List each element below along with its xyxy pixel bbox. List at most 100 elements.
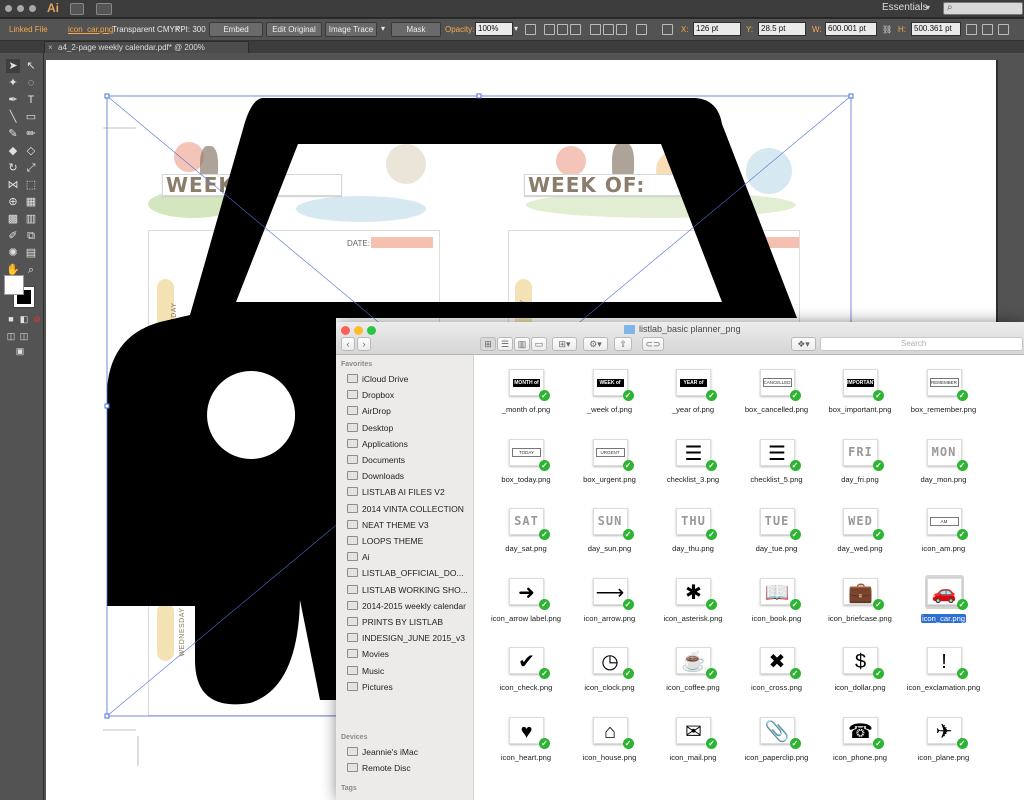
file-item[interactable]: ⟶ ✓ icon_arrow.png [569, 570, 651, 638]
workspace-switcher[interactable]: Essentials [882, 2, 928, 13]
file-item[interactable]: WED ✓ day_wed.png [819, 500, 901, 568]
sidebar-item[interactable]: iCloud Drive [336, 372, 474, 387]
sidebar-item[interactable]: Downloads [336, 469, 474, 484]
file-item[interactable]: SAT ✓ day_sat.png [485, 500, 567, 568]
align-left-icon[interactable] [544, 24, 555, 35]
color-mode-icon[interactable]: ■ [4, 312, 18, 326]
mesh-tool-icon[interactable]: ▩ [6, 212, 20, 226]
align-center-icon[interactable] [557, 24, 568, 35]
chevron-down-icon[interactable]: ▾ [514, 24, 518, 33]
scale-tool-icon[interactable]: ⤢ [24, 161, 38, 175]
recolor-icon[interactable] [525, 24, 536, 35]
chevron-down-icon[interactable]: ▾ [381, 24, 385, 33]
file-item[interactable]: ✱ ✓ icon_asterisk.png [652, 570, 734, 638]
file-item[interactable]: ☰ ✓ checklist_3.png [652, 431, 734, 499]
screen-mode-icon[interactable]: ▣ [13, 344, 27, 358]
zoom-window-button[interactable] [29, 5, 36, 12]
sidebar-item[interactable]: 2014 VINTA COLLECTION [336, 502, 474, 517]
file-item[interactable]: 🚗 ✓ icon_car.png [903, 570, 985, 638]
fill-color-swatch[interactable] [4, 275, 24, 295]
file-item[interactable]: SUN ✓ day_sun.png [569, 500, 651, 568]
file-item[interactable]: THU ✓ day_thu.png [652, 500, 734, 568]
chevron-down-icon[interactable]: ▾ [926, 3, 930, 12]
file-item[interactable]: IMPORTANT ✓ box_important.png [819, 361, 901, 429]
magic-wand-tool-icon[interactable]: ✦ [6, 76, 20, 90]
back-button[interactable]: ‹ [341, 337, 355, 351]
sidebar-item[interactable]: Dropbox [336, 388, 474, 403]
isolate-icon[interactable] [982, 24, 993, 35]
sidebar-item[interactable]: NEAT THEME V3 [336, 518, 474, 533]
file-item[interactable]: $ ✓ icon_dollar.png [819, 639, 901, 707]
paintbrush-tool-icon[interactable]: ✎ [6, 127, 20, 141]
arrange-documents-icon[interactable] [96, 3, 112, 15]
file-item[interactable]: ✈ ✓ icon_plane.png [903, 709, 985, 777]
file-item[interactable]: ☎ ✓ icon_phone.png [819, 709, 901, 777]
forward-button[interactable]: › [357, 337, 371, 351]
pencil-tool-icon[interactable]: ✏ [24, 127, 38, 141]
linked-file-name[interactable]: icon_car.png [68, 25, 113, 34]
sidebar-item[interactable]: PRINTS BY LISTLAB [336, 615, 474, 630]
file-item[interactable]: MONTH of ✓ _month of.png [485, 361, 567, 429]
sidebar-item[interactable]: 2014-2015 weekly calendar [336, 599, 474, 614]
file-item[interactable]: AM ✓ icon_am.png [903, 500, 985, 568]
file-item[interactable]: 💼 ✓ icon_briefcase.png [819, 570, 901, 638]
sidebar-item[interactable]: Desktop [336, 421, 474, 436]
finder-close-button[interactable] [341, 326, 350, 335]
distribute-icon[interactable] [636, 24, 647, 35]
align-bottom-icon[interactable] [616, 24, 627, 35]
sidebar-item[interactable]: LISTLAB_OFFICIAL_DO... [336, 566, 474, 581]
sidebar-item[interactable]: Documents [336, 453, 474, 468]
mask-button[interactable]: Mask [391, 22, 441, 37]
file-item[interactable]: ⌂ ✓ icon_house.png [569, 709, 651, 777]
draw-behind-icon[interactable]: ◫ [17, 329, 31, 343]
shape-builder-tool-icon[interactable]: ⊕ [6, 195, 20, 209]
x-position-input[interactable]: 126 pt [693, 22, 741, 36]
tags-button[interactable]: ⊂⊃ [642, 337, 664, 351]
gradient-mode-icon[interactable]: ◧ [17, 312, 31, 326]
line-tool-icon[interactable]: ╲ [6, 110, 20, 124]
share-button[interactable]: ⇧ [614, 337, 632, 351]
file-item[interactable]: ✉ ✓ icon_mail.png [652, 709, 734, 777]
action-gear-button[interactable]: ⚙▾ [583, 337, 608, 351]
sidebar-item[interactable]: Music [336, 664, 474, 679]
minimize-window-button[interactable] [17, 5, 24, 12]
opacity-input[interactable]: 100% [475, 22, 513, 36]
finder-search-input[interactable]: Search [820, 337, 1023, 351]
bridge-icon[interactable] [70, 3, 84, 15]
edit-original-button[interactable]: Edit Original [266, 22, 322, 37]
align-top-icon[interactable] [590, 24, 601, 35]
link-proportions-icon[interactable]: ⛓ [882, 25, 892, 34]
image-trace-button[interactable]: Image Trace [325, 22, 377, 37]
zoom-tool-icon[interactable]: ⌕ [24, 263, 38, 277]
help-search-input[interactable]: ⌕ [943, 2, 1023, 15]
close-window-button[interactable] [5, 5, 12, 12]
file-item[interactable]: MON ✓ day_mon.png [903, 431, 985, 499]
type-tool-icon[interactable]: T [24, 93, 38, 107]
lasso-tool-icon[interactable]: ◌ [24, 76, 38, 90]
document-tab[interactable]: × a4_2-page weekly calendar.pdf* @ 200% … [44, 41, 249, 63]
file-item[interactable]: URGENT ✓ box_urgent.png [569, 431, 651, 499]
file-item[interactable]: YEAR of ✓ _year of.png [652, 361, 734, 429]
dropbox-button[interactable]: ❖▾ [791, 337, 816, 351]
align-right-icon[interactable] [570, 24, 581, 35]
file-item[interactable]: ! ✓ icon_exclamation.png [903, 639, 985, 707]
close-icon[interactable]: × [48, 42, 53, 53]
sidebar-item[interactable]: AirDrop [336, 404, 474, 419]
file-item[interactable]: ✔ ✓ icon_check.png [485, 639, 567, 707]
file-item[interactable]: CANCELLED ✓ box_cancelled.png [736, 361, 818, 429]
sidebar-item[interactable]: INDESIGN_JUNE 2015_v3 [336, 631, 474, 646]
icon-view-button[interactable]: ⊞ [480, 337, 496, 351]
none-mode-icon[interactable]: ⊘ [30, 312, 44, 326]
finder-zoom-button[interactable] [367, 326, 376, 335]
arrange-button[interactable]: ⊞▾ [552, 337, 577, 351]
transform-icon[interactable] [966, 24, 977, 35]
file-item[interactable]: 📎 ✓ icon_paperclip.png [736, 709, 818, 777]
sidebar-item[interactable]: LISTLAB WORKING SHO... [336, 583, 474, 598]
file-item[interactable]: WEEK of ✓ _week of.png [569, 361, 651, 429]
cover-flow-button[interactable]: ▭ [531, 337, 547, 351]
reference-point-icon[interactable] [662, 24, 673, 35]
sidebar-item[interactable]: Movies [336, 647, 474, 662]
draw-normal-icon[interactable]: ◫ [4, 329, 18, 343]
rotate-tool-icon[interactable]: ↻ [6, 161, 20, 175]
panel-menu-icon[interactable] [998, 24, 1009, 35]
